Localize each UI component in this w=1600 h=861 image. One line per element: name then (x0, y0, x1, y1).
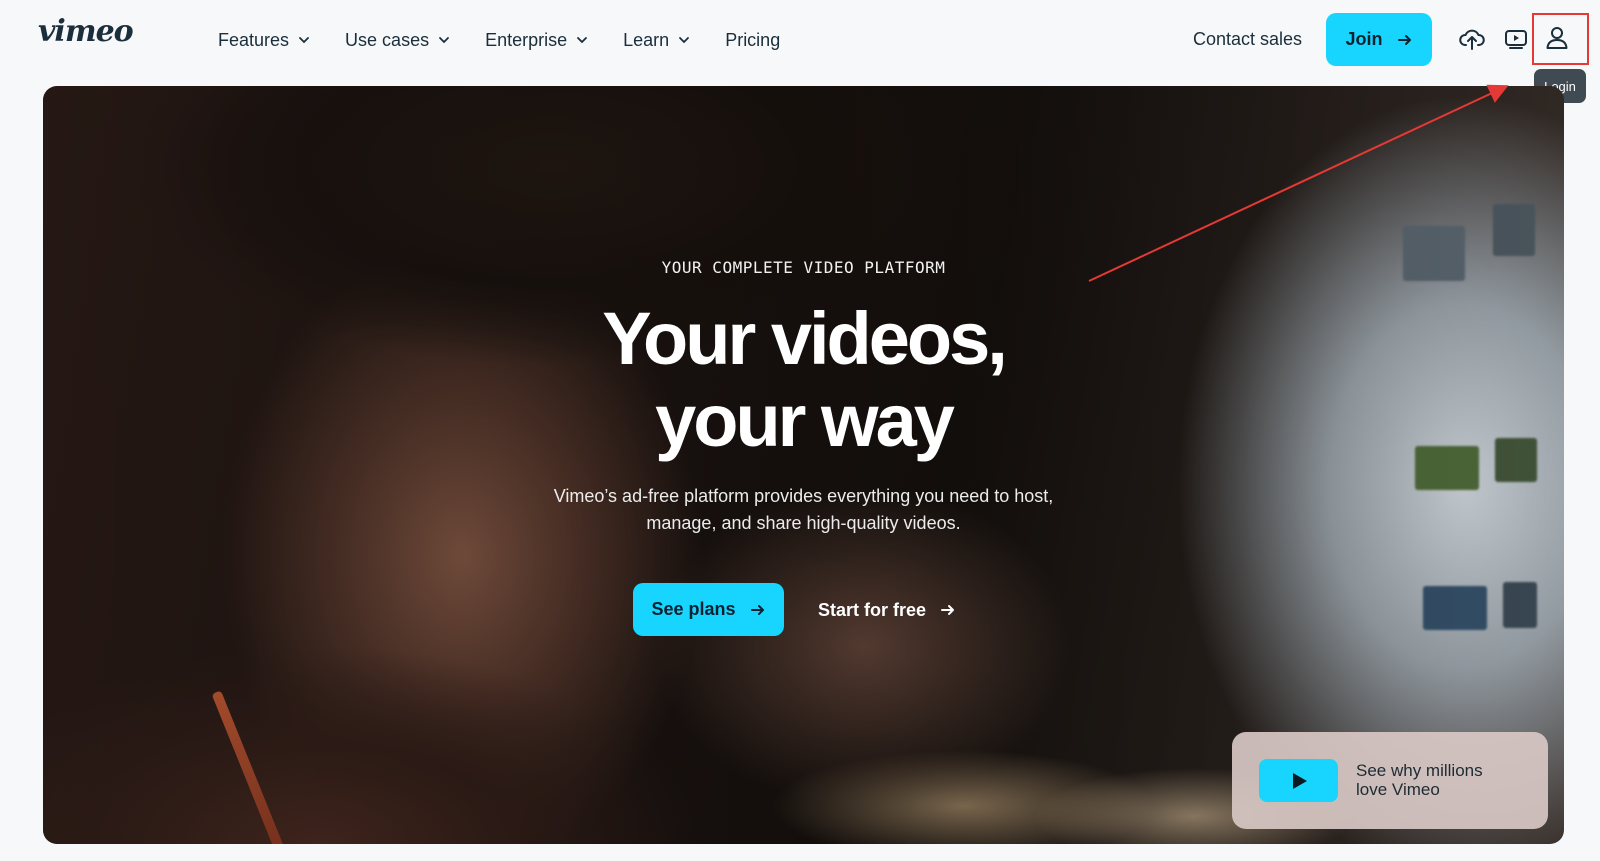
join-label: Join (1345, 29, 1383, 49)
hero-headline: Your videos, your way (43, 298, 1564, 462)
hero-headline-line2: your way (655, 379, 955, 462)
login-highlight-box (1532, 13, 1589, 65)
video-player-button[interactable] (1501, 24, 1531, 54)
video-player-icon (1505, 30, 1527, 49)
promo-text: See why millions love Vimeo (1356, 761, 1526, 799)
chevron-down-icon (299, 37, 309, 44)
hero-overlay (43, 86, 1564, 844)
promo-text-line2: love Vimeo (1356, 780, 1440, 799)
arrow-right-icon (1397, 34, 1411, 45)
start-for-free-label: Start for free (818, 599, 927, 620)
see-plans-label: See plans (651, 599, 736, 619)
hero-subtitle-line1: Vimeo’s ad-free platform provides everyt… (553, 486, 1054, 506)
menu-item-label: Pricing (725, 29, 781, 50)
chevron-down-icon (439, 37, 449, 44)
menu-item-pricing[interactable]: Pricing (725, 30, 780, 51)
hero-kicker: YOUR COMPLETE VIDEO PLATFORM (661, 258, 946, 277)
menu-item-learn[interactable]: Learn (623, 30, 691, 51)
arrow-right-icon (941, 605, 955, 615)
upload-button[interactable] (1457, 24, 1487, 54)
join-button[interactable]: Join (1326, 13, 1432, 66)
menu-item-label: Enterprise (485, 29, 568, 50)
play-button[interactable] (1259, 759, 1338, 802)
hero-subtitle-line2: manage, and share high-quality videos. (646, 513, 961, 533)
top-navigation: vimeo Features Use cases Enterprise Lear… (0, 0, 1600, 103)
upload-icon (1459, 29, 1485, 50)
vimeo-logo[interactable]: vimeo (38, 14, 134, 49)
menu-item-label: Learn (623, 29, 670, 50)
chevron-down-icon (577, 37, 588, 44)
main-menu: Features Use cases Enterprise Learn Pric… (218, 26, 814, 54)
menu-item-label: Use cases (345, 29, 430, 50)
play-icon (1292, 772, 1307, 789)
arrow-right-icon (750, 604, 764, 615)
hero-subtitle: Vimeo’s ad-free platform provides everyt… (43, 483, 1564, 537)
menu-item-features[interactable]: Features (218, 30, 311, 51)
promo-video-card[interactable]: See why millions love Vimeo (1232, 732, 1548, 829)
promo-text-line1: See why millions (1356, 761, 1483, 780)
menu-item-use-cases[interactable]: Use cases (345, 30, 451, 51)
contact-sales-link[interactable]: Contact sales (1193, 29, 1302, 50)
menu-item-enterprise[interactable]: Enterprise (485, 30, 589, 51)
hero-headline-line1: Your videos, (602, 297, 1008, 380)
see-plans-button[interactable]: See plans (633, 583, 784, 636)
hero-section: YOUR COMPLETE VIDEO PLATFORM Your videos… (43, 86, 1564, 844)
chevron-down-icon (679, 37, 690, 44)
menu-item-label: Features (218, 29, 290, 50)
start-for-free-link[interactable]: Start for free (818, 596, 956, 624)
